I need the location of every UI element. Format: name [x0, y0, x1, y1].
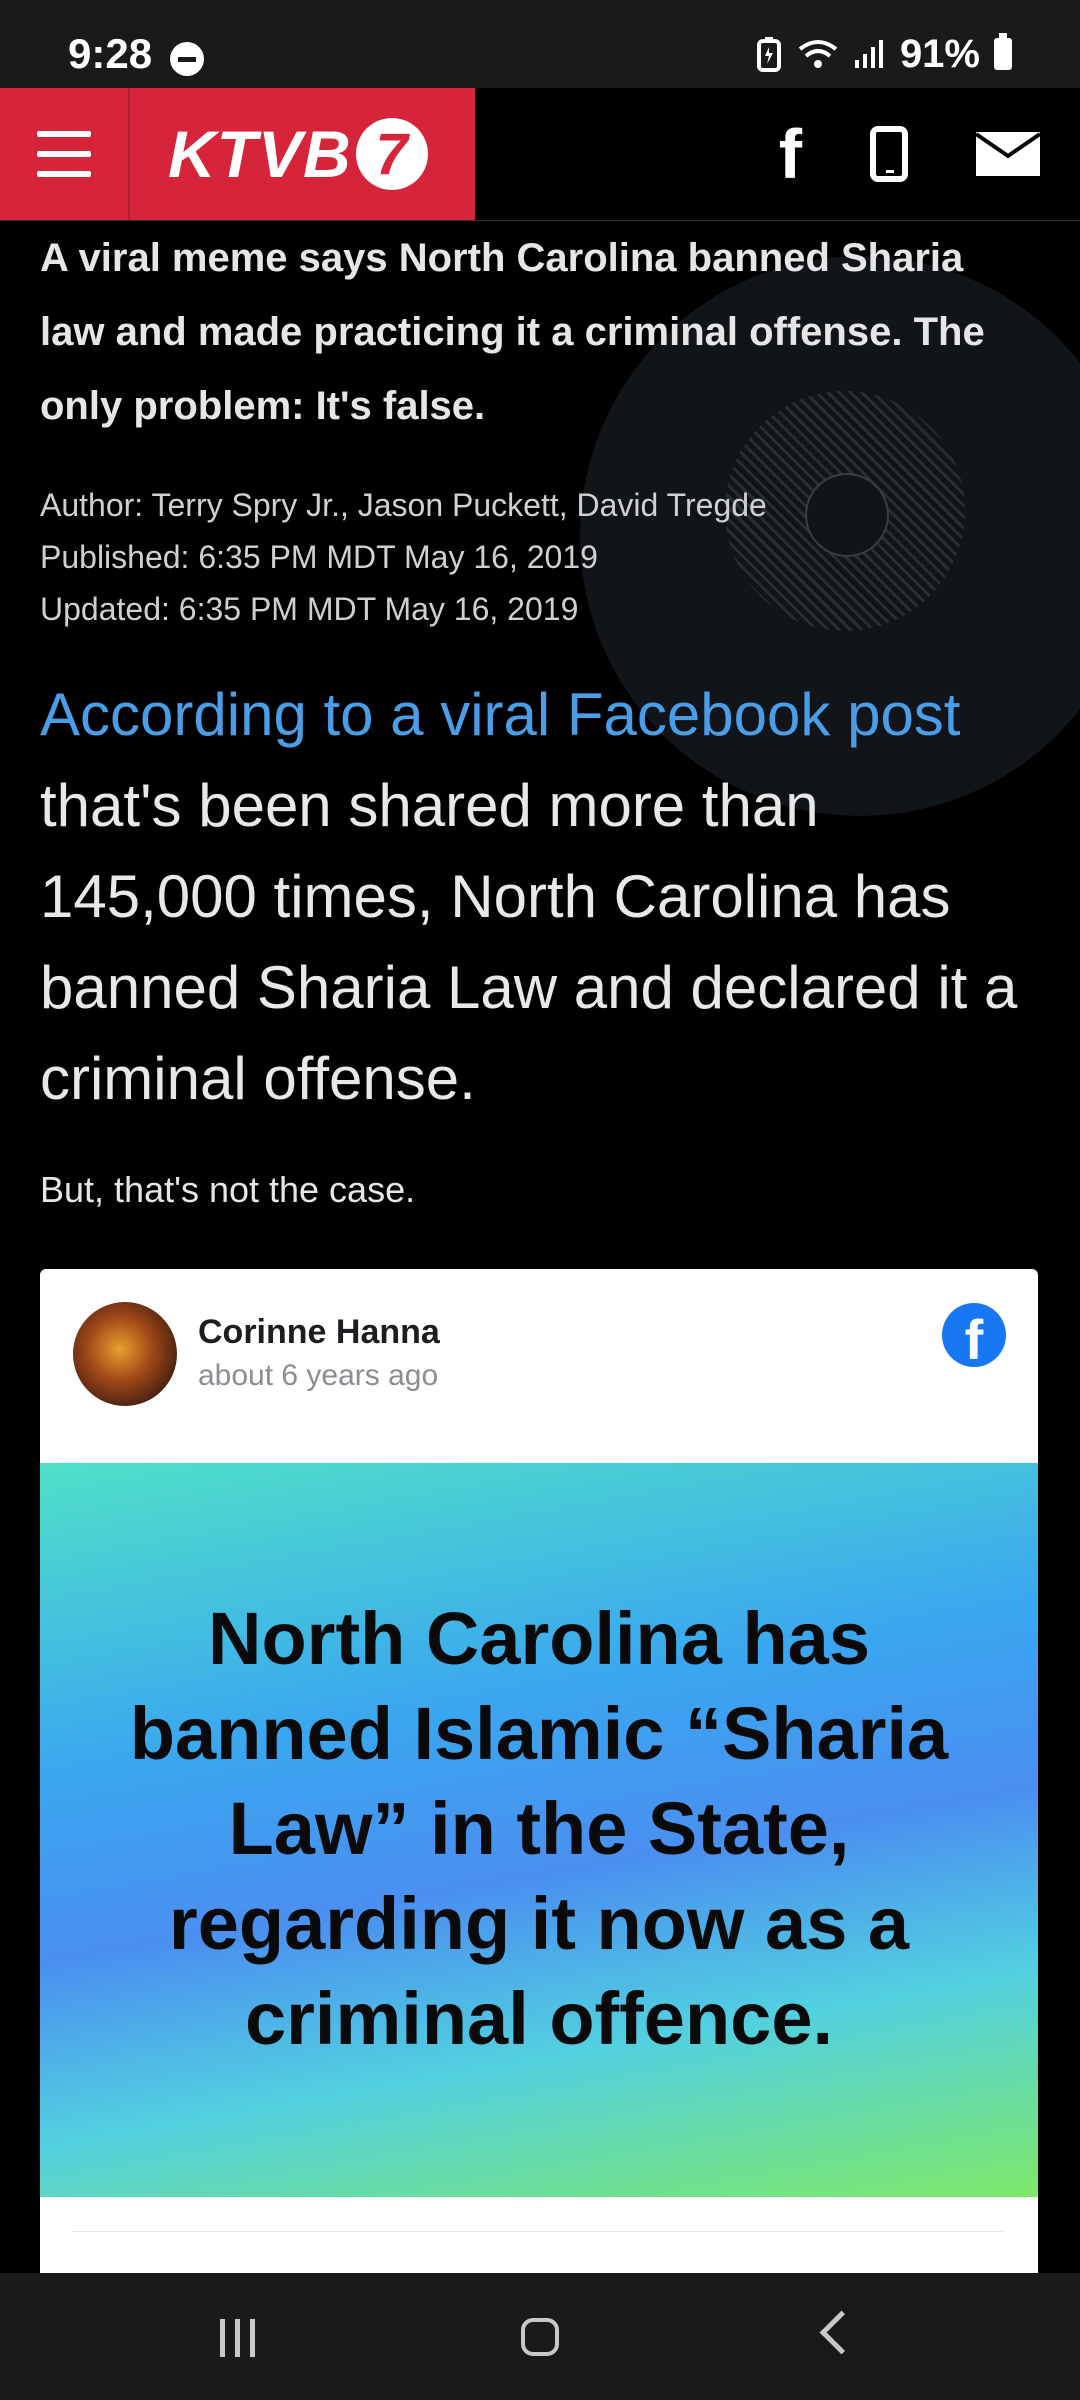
system-nav-bar [0, 2273, 1080, 2400]
article-paragraph: But, that's not the case. [40, 1169, 416, 1210]
header-icons: f [779, 88, 1040, 220]
post-time: about 6 years ago [198, 1359, 439, 1392]
article-subheadline: A viral meme says North Carolina banned … [40, 236, 985, 428]
site-header: KTVB 7 f [0, 88, 1080, 221]
article-meta: Author: Terry Spry Jr., Jason Puckett, D… [40, 479, 940, 635]
card-divider [73, 2231, 1005, 2232]
facebook-embed[interactable]: Corinne Hanna about 6 years ago f North … [40, 1269, 1038, 2273]
logo-number: 7 [355, 118, 428, 190]
article-updated: Updated: 6:35 PM MDT May 16, 2019 [40, 591, 579, 627]
status-time: 9:28 [68, 30, 153, 77]
facebook-post-link[interactable]: According to a viral Facebook post [40, 681, 960, 748]
facebook-icon[interactable]: f [779, 119, 802, 189]
post-image-text: North Carolina has banned Islamic “Shari… [129, 1597, 949, 2060]
avatar[interactable] [73, 1302, 177, 1406]
signal-icon [854, 40, 883, 68]
phone-icon[interactable] [870, 126, 908, 182]
status-bar: 9:28 91% [0, 0, 1080, 88]
site-logo[interactable]: KTVB 7 [168, 112, 428, 196]
battery-icon [994, 33, 1012, 70]
dnd-icon [170, 42, 204, 76]
recent-apps-icon[interactable] [220, 2319, 255, 2357]
article-author: Author: Terry Spry Jr., Jason Puckett, D… [40, 487, 767, 523]
status-right: 91% [756, 32, 1012, 76]
article: A viral meme says North Carolina banned … [0, 221, 1080, 2273]
poster-name[interactable]: Corinne Hanna [198, 1313, 440, 1352]
menu-icon-line [37, 131, 91, 137]
logo-text: KTVB [168, 117, 352, 191]
menu-button[interactable] [0, 88, 130, 220]
menu-icon-line [37, 151, 91, 157]
battery-percent: 91% [899, 31, 980, 76]
facebook-logo-icon[interactable]: f [942, 1303, 1006, 1367]
menu-icon-line [37, 171, 91, 177]
post-image[interactable]: North Carolina has banned Islamic “Shari… [40, 1463, 1038, 2197]
battery-saver-icon [756, 37, 781, 72]
mail-icon[interactable] [976, 132, 1040, 176]
article-published: Published: 6:35 PM MDT May 16, 2019 [40, 539, 598, 575]
wifi-icon [798, 40, 838, 68]
lead-text: that's been shared more than 145,000 tim… [40, 772, 1018, 1112]
article-lead: According to a viral Facebook post that'… [40, 669, 1050, 1124]
home-icon[interactable] [521, 2318, 559, 2356]
back-icon[interactable] [819, 2310, 864, 2355]
header-brand-block: KTVB 7 [0, 88, 475, 220]
